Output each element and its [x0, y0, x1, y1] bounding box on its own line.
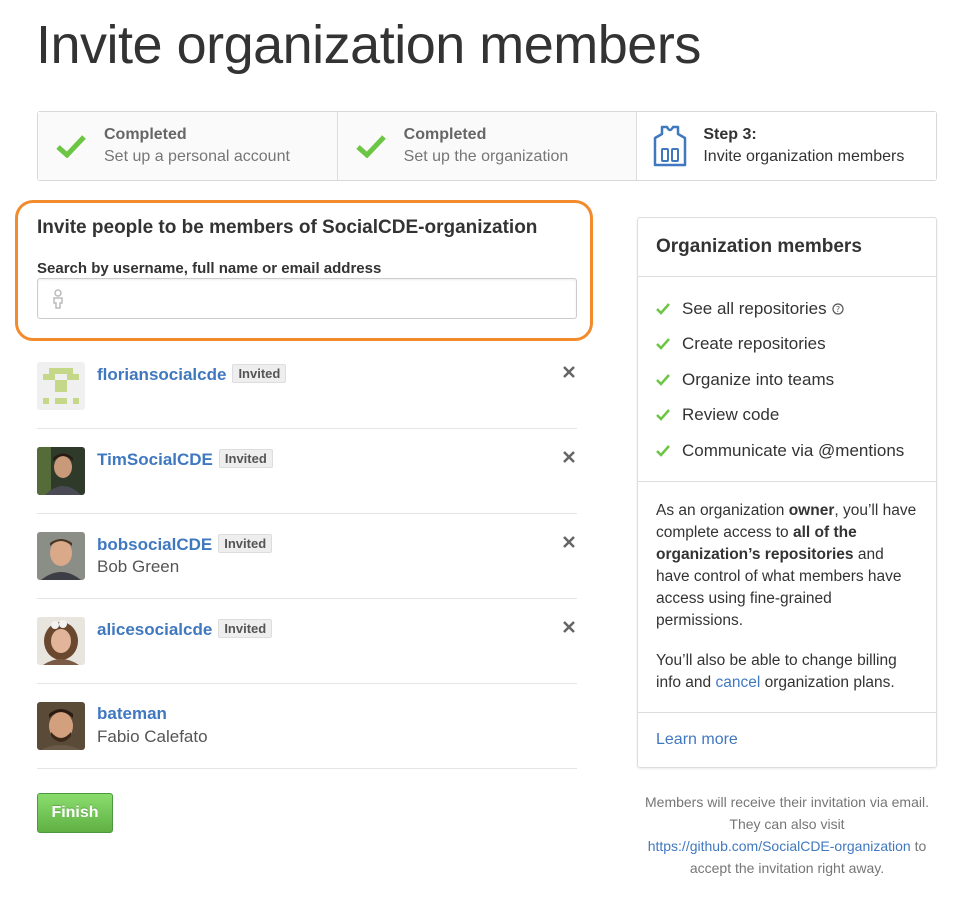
step-3-label: Invite organization members	[703, 148, 905, 165]
feature-label: See all repositories	[682, 298, 827, 318]
search-field[interactable]	[37, 278, 577, 319]
member-full-name: Fabio Calefato	[97, 727, 208, 746]
owner-description: As an organization owner, you’ll have co…	[638, 482, 936, 713]
step-2-label: Set up the organization	[403, 148, 569, 165]
jersey-icon	[654, 125, 687, 167]
sidebar-title: Organization members	[638, 218, 936, 277]
step-1-state: Completed	[104, 126, 187, 143]
step-2-state: Completed	[403, 126, 487, 143]
member-username[interactable]: alicesocialcde Invited	[97, 619, 273, 640]
close-icon[interactable]	[561, 534, 577, 550]
feature-label: Organize into teams	[682, 369, 835, 389]
search-input[interactable]	[78, 279, 568, 318]
feature-item: Review code	[656, 398, 918, 434]
close-icon[interactable]	[561, 449, 577, 465]
avatar	[37, 362, 85, 410]
list-item: TimSocialCDE Invited	[37, 429, 577, 514]
avatar	[37, 617, 85, 665]
feature-item: Communicate via @mentions	[656, 433, 918, 469]
feature-item: Create repositories	[656, 327, 918, 363]
close-icon[interactable]	[561, 364, 577, 380]
steps-bar: Completed Set up a personal account Comp…	[37, 111, 937, 181]
feature-label: Review code	[682, 405, 780, 425]
avatar	[37, 702, 85, 750]
feature-item: Organize into teams	[656, 362, 918, 398]
feature-item: See all repositories ?	[656, 291, 918, 327]
billing-paragraph: You’ll also be able to change billing in…	[656, 651, 897, 691]
svg-text:?: ?	[835, 305, 839, 314]
invite-title: Invite people to be members of SocialCDE…	[37, 217, 538, 238]
step-2: Completed Set up the organization	[337, 112, 638, 180]
member-username-text: bateman	[97, 704, 167, 723]
invitation-note: Members will receive their invitation vi…	[645, 794, 929, 876]
member-username[interactable]: bateman	[97, 704, 167, 724]
feature-list: See all repositories ? Create repositori…	[638, 277, 936, 482]
member-username-text: TimSocialCDE	[97, 450, 213, 469]
invited-badge: Invited	[232, 364, 287, 383]
step-3: Step 3: Invite organization members	[637, 112, 937, 180]
avatar	[37, 532, 85, 580]
check-icon	[656, 338, 670, 351]
member-username-text: floriansocialcde	[97, 365, 227, 384]
member-full-name: Bob Green	[97, 557, 180, 576]
question-icon[interactable]: ?	[831, 303, 844, 315]
invite-section: Invite people to be members of SocialCDE…	[15, 200, 593, 341]
feature-label: Create repositories	[682, 334, 826, 354]
check-icon	[656, 302, 670, 315]
check-icon	[656, 444, 670, 457]
cancel-link[interactable]: cancel	[715, 674, 760, 691]
list-item: bobsocialCDE Invited Bob Green	[37, 514, 577, 599]
invited-badge: Invited	[218, 449, 273, 468]
page-title: Invite organization members	[36, 15, 701, 75]
finish-button[interactable]: Finish	[37, 793, 113, 833]
invited-badge: Invited	[218, 534, 273, 553]
step-1: Completed Set up a personal account	[38, 112, 338, 180]
organization-url-link[interactable]: https://github.com/SocialCDE-organizatio…	[648, 838, 911, 854]
learn-more-link[interactable]: Learn more	[656, 731, 738, 748]
member-username[interactable]: TimSocialCDE Invited	[97, 449, 273, 470]
check-icon	[356, 135, 386, 158]
list-item: floriansocialcde Invited	[37, 344, 577, 429]
check-icon	[656, 373, 670, 386]
step-3-state: Step 3:	[703, 126, 757, 143]
owner-paragraph: As an organization owner, you’ll have co…	[656, 501, 917, 629]
avatar	[37, 447, 85, 495]
list-item: alicesocialcde Invited	[37, 599, 577, 684]
person-icon	[53, 289, 63, 309]
member-username-text: bobsocialCDE	[97, 535, 213, 554]
check-icon	[656, 409, 670, 422]
learn-more-row: Learn more	[638, 713, 936, 767]
close-icon[interactable]	[561, 619, 577, 635]
member-username-text: alicesocialcde	[97, 620, 213, 639]
step-1-label: Set up a personal account	[104, 148, 290, 165]
list-item: bateman Fabio Calefato	[37, 684, 577, 769]
search-label: Search by username, full name or email a…	[37, 260, 382, 277]
members-list: floriansocialcde Invited TimSocialCDE Invi…	[37, 344, 577, 769]
member-username[interactable]: bobsocialCDE Invited	[97, 534, 273, 555]
invited-badge: Invited	[218, 619, 273, 638]
check-icon	[56, 135, 86, 158]
member-username[interactable]: floriansocialcde Invited	[97, 364, 287, 385]
feature-label: Communicate via @mentions	[682, 440, 905, 460]
organization-members-panel: Organization members See all repositorie…	[637, 217, 937, 768]
